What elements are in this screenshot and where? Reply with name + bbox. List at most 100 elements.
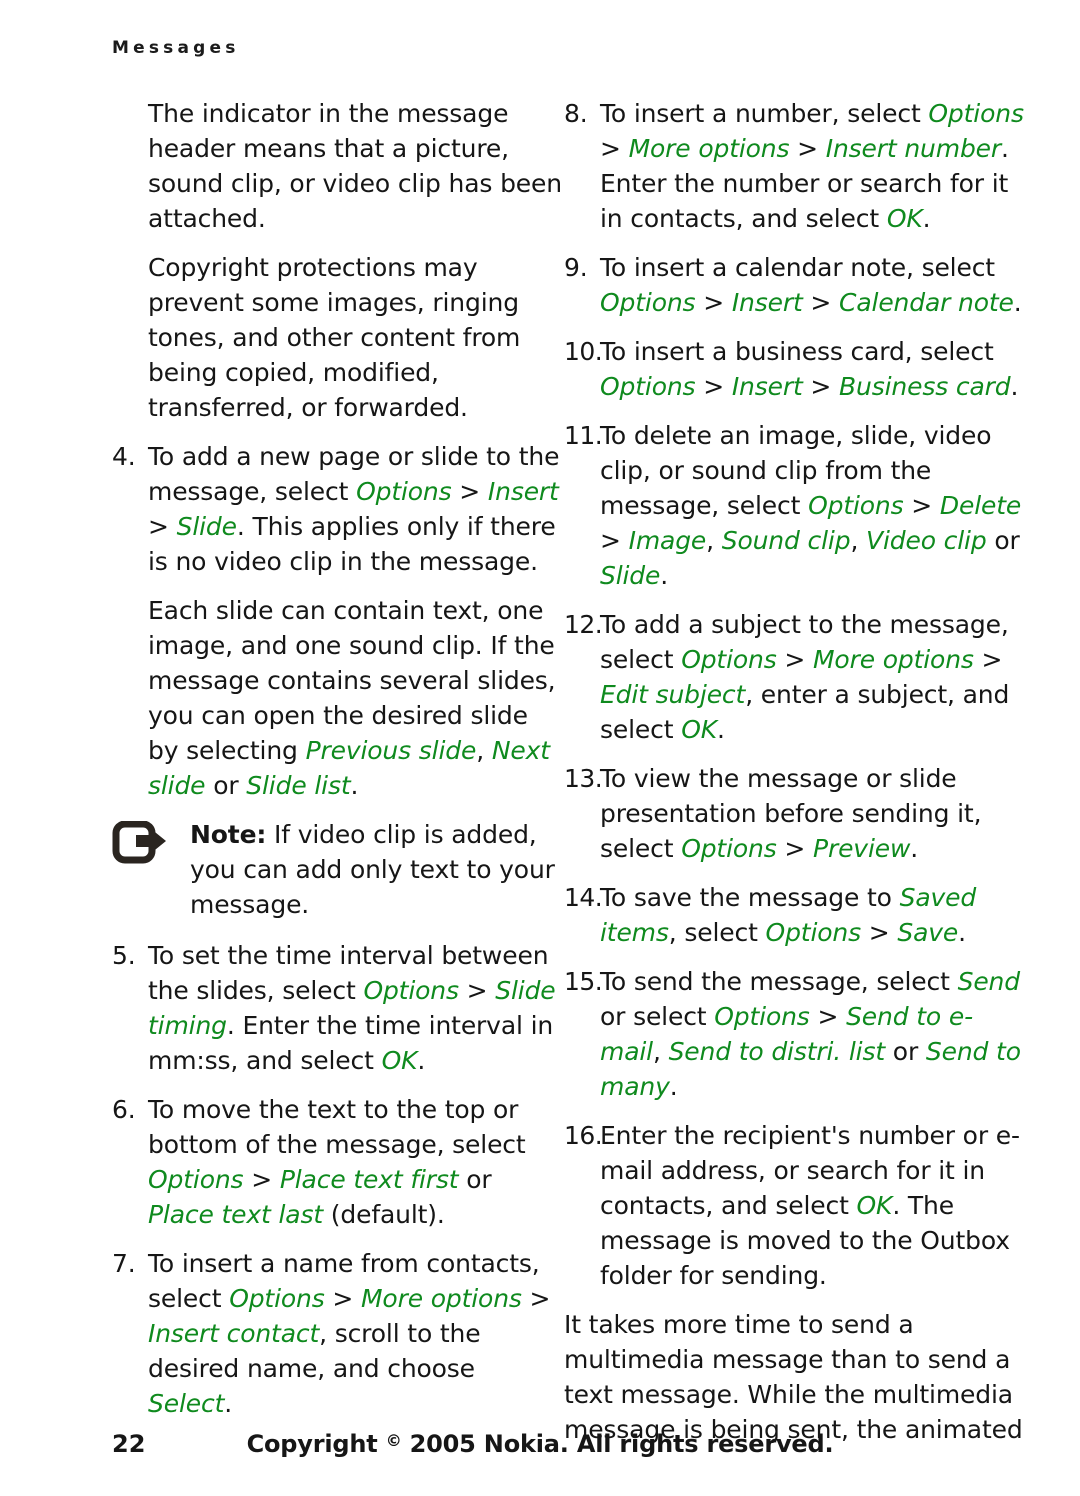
ui-term: Options [148,1165,244,1194]
step-12: 12. To add a subject to the message, sele… [564,607,1024,747]
ui-separator: > [695,372,732,401]
ui-term: Insert [731,288,803,317]
ui-term: Video clip [866,526,987,555]
text-run: To move the text to the top or bottom of… [148,1095,526,1159]
ui-separator: > [802,372,840,401]
ui-term: Options [600,288,696,317]
ui-term: Preview [813,834,911,863]
ui-separator: > [521,1284,551,1313]
document-page: Messages The indicator in the message he… [0,0,1080,1496]
ui-separator: > [973,645,1003,674]
ui-term: Slide list [246,771,351,800]
step-8: 8. To insert a number, select Options > M… [564,96,1024,236]
ui-separator: > [148,512,177,541]
step-text: Enter the recipient's number or e-mail a… [600,1121,1020,1290]
ui-separator: > [903,491,940,520]
ui-term: Image [628,526,707,555]
ui-term: Options [681,645,777,674]
step-text: To set the time interval between the sli… [148,941,556,1075]
ui-term: Options [765,918,862,947]
step-6: 6. To move the text to the top or bottom … [112,1092,564,1232]
ui-term: Options [928,99,1024,128]
step-15: 15. To send the message, select Send or s… [564,964,1024,1104]
step-number: 11. [564,421,603,450]
text-run: . [224,1389,233,1418]
ui-separator: > [776,834,814,863]
ui-separator: , [476,736,492,765]
step-number: 4. [112,442,136,471]
ui-term: Edit subject [600,680,746,709]
step-4: 4. To add a new page or slide to the mess… [112,439,564,579]
ui-term: Slide [600,561,661,590]
text-run: . [958,918,966,947]
ui-term: Options [229,1284,325,1313]
body-columns: The indicator in the message header mean… [0,96,1080,1461]
text-run: Enter the recipient's number or e-mail a… [600,1121,1020,1220]
ui-separator: > [802,288,840,317]
step-5: 5. To set the time interval between the s… [112,938,564,1078]
step-text: To delete an image, slide, video clip, o… [600,421,1021,590]
copyright-symbol-icon: © [385,1431,402,1450]
text-run: or [986,526,1020,555]
ui-separator: > [458,976,496,1005]
step-number: 14. [564,883,603,912]
step-13: 13. To view the message or slide presenta… [564,761,1024,866]
footer-copyright: Copyright © 2005 Nokia. All rights reser… [0,1430,1080,1458]
step-14: 14. To save the message to Saved items, s… [564,880,1024,950]
text-run: or select [600,1002,715,1031]
ui-term: Options [714,1002,810,1031]
copyright-suffix: 2005 Nokia. All rights reserved. [401,1430,834,1458]
text-run: . [1013,288,1022,317]
note-arrow-icon [112,820,176,865]
column-left: The indicator in the message header mean… [112,96,564,1461]
ui-term: Send to distri. list [668,1037,886,1066]
text-run: . [922,204,931,233]
ui-separator: > [324,1284,362,1313]
ui-separator: > [695,288,732,317]
text-run: (default). [322,1200,445,1229]
text-run: . [417,1046,426,1075]
text-run: To save the message to [600,883,900,912]
ui-separator: > [809,1002,847,1031]
step-number: 8. [564,99,588,128]
ui-term: More options [813,645,974,674]
text-run: It takes more time to send a multimedia … [564,1310,1023,1444]
ui-term: Previous slide [305,736,477,765]
ui-term: Slide [176,512,237,541]
paragraph-copyright-protections: Copyright protections may prevent some i… [112,250,564,425]
step-number: 6. [112,1095,136,1124]
step-text: To insert a calendar note, select Option… [600,253,1022,317]
step-text: To move the text to the top or bottom of… [148,1095,526,1229]
step-number: 12. [564,610,603,639]
text-run: To insert a number, select [600,99,929,128]
step-10: 10. To insert a business card, select Opt… [564,334,1024,404]
ui-term: Insert [487,477,559,506]
ui-term: Options [681,834,777,863]
note-label: Note: [190,820,267,849]
text-run: . [660,561,669,590]
ui-separator: > [600,526,629,555]
step-text: To insert a business card, select Option… [600,337,1018,401]
running-head: Messages [112,38,240,58]
step-text: To send the message, select Send or sele… [600,967,1021,1101]
text-run: Copyright protections may prevent some i… [148,253,521,422]
text-run: or [458,1165,492,1194]
step-text: To add a subject to the message, select … [600,610,1009,744]
ui-term: Select [148,1389,225,1418]
step-16: 16. Enter the recipient's number or e-mai… [564,1118,1024,1293]
text-run: . [350,771,359,800]
step-number: 9. [564,253,588,282]
column-right: 8. To insert a number, select Options > M… [564,96,1024,1461]
step-7: 7. To insert a name from contacts, select… [112,1246,564,1421]
ui-term: Insert [731,372,803,401]
copyright-prefix: Copyright [246,1430,386,1458]
step-text: To view the message or slide presentatio… [600,764,982,863]
paragraph-takes-more-time: It takes more time to send a multimedia … [564,1307,1024,1447]
text-run: , select [668,918,766,947]
ui-term: Insert number [825,134,1002,163]
step-text: To insert a number, select Options > Mor… [600,99,1024,233]
page-footer: 22 Copyright © 2005 Nokia. All rights re… [0,1430,1080,1460]
text-run: . [716,715,725,744]
step-11: 11. To delete an image, slide, video clip… [564,418,1024,593]
ui-term: OK [381,1046,418,1075]
